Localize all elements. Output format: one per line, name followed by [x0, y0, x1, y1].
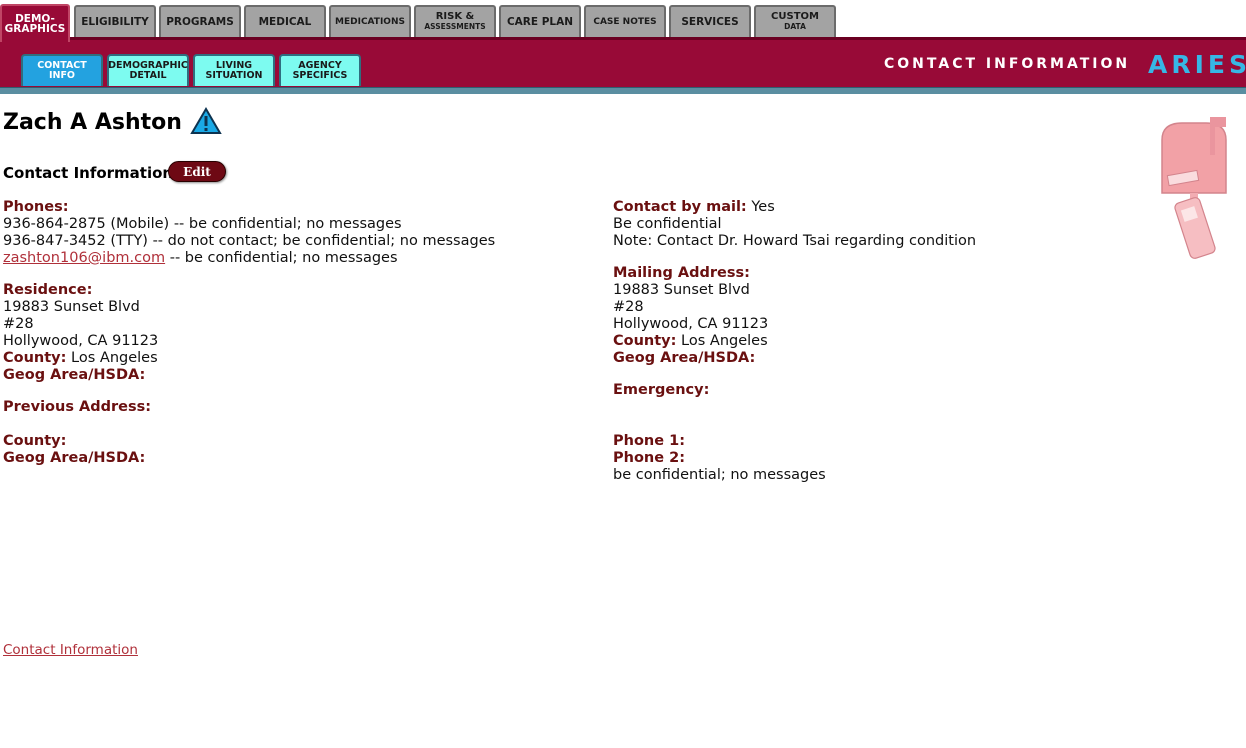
previous-county-label: County: [3, 433, 67, 449]
mailbox-phone-icon [1161, 117, 1227, 259]
email-row: zashton106@ibm.com -- be confidential; n… [3, 250, 398, 267]
mailing-county: County: Los Angeles [613, 333, 768, 350]
contact-info-heading: Contact Information [3, 164, 174, 182]
tab-custom-data[interactable]: CUSTOM DATA [754, 5, 836, 37]
tab-custom-label-2: DATA [784, 22, 806, 31]
tab-care-plan[interactable]: CARE PLAN [499, 5, 581, 37]
mailing-address-label: Mailing Address: [613, 265, 750, 281]
previous-address-label: Previous Address: [3, 399, 152, 415]
section-title: CONTACT INFORMATION [884, 56, 1131, 72]
tab-eligibility[interactable]: ELIGIBILITY [74, 5, 156, 37]
emergency-label: Emergency: [613, 382, 710, 398]
emergency-phone-2-label: Phone 2: [613, 450, 686, 466]
residence-county: County: Los Angeles [3, 350, 158, 367]
aries-logo: ARIES [1148, 50, 1246, 79]
mail-note-2: Note: Contact Dr. Howard Tsai regarding … [613, 233, 977, 249]
subtab-agency-specifics[interactable]: AGENCY SPECIFICS [279, 54, 361, 86]
tab-risk-label-1: RISK & [435, 11, 475, 22]
subtab-demographic-detail[interactable]: DEMOGRAPHIC DETAIL [107, 54, 189, 86]
mailing-line-2: #28 [613, 299, 644, 315]
tab-services[interactable]: SERVICES [669, 5, 751, 37]
emergency-phone-2-note: be confidential; no messages [613, 467, 826, 483]
tab-programs[interactable]: PROGRAMS [159, 5, 241, 37]
emergency-phone-1-label: Phone 1: [613, 433, 686, 449]
mailing-line-3: Hollywood, CA 91123 [613, 316, 769, 332]
mail-note-1: Be confidential [613, 216, 722, 232]
county-label: County: [3, 350, 67, 366]
contact-by-mail-label: Contact by mail: [613, 199, 747, 215]
county-value: Los Angeles [66, 350, 158, 366]
tab-medical[interactable]: MEDICAL [244, 5, 326, 37]
tab-risk-assessments[interactable]: RISK & ASSESSMENTS [414, 5, 496, 37]
mailing-line-1: 19883 Sunset Blvd [613, 282, 750, 298]
email-link[interactable]: zashton106@ibm.com [3, 250, 165, 266]
contact-by-mail: Contact by mail: Yes [613, 199, 775, 216]
mailing-county-value: Los Angeles [676, 333, 768, 349]
header-divider [0, 87, 1246, 94]
tab-case-notes[interactable]: CASE NOTES [584, 5, 666, 37]
tab-custom-label-1: CUSTOM [771, 11, 819, 22]
mailing-county-label: County: [613, 333, 677, 349]
footer-contact-info-link[interactable]: Contact Information [3, 642, 138, 659]
warning-triangle-icon[interactable] [190, 107, 222, 135]
tab-risk-label-2: ASSESSMENTS [424, 22, 486, 31]
residence-line-2: #28 [3, 316, 34, 332]
subtab-contact-info[interactable]: CONTACT INFO [21, 54, 103, 86]
previous-geog-label: Geog Area/HSDA: [3, 450, 146, 466]
mailing-geog-label: Geog Area/HSDA: [613, 350, 756, 366]
subtab-living-situation[interactable]: LIVING SITUATION [193, 54, 275, 86]
residence-label: Residence: [3, 282, 93, 298]
phone-mobile: 936-864-2875 (Mobile) -- be confidential… [3, 216, 402, 232]
residence-line-3: Hollywood, CA 91123 [3, 333, 159, 349]
tab-medications[interactable]: MEDICATIONS [329, 5, 411, 37]
edit-button[interactable]: Edit [168, 161, 226, 182]
contact-by-mail-value: Yes [746, 199, 775, 215]
phone-tty: 936-847-3452 (TTY) -- do not contact; be… [3, 233, 496, 249]
phones-label: Phones: [3, 199, 69, 215]
top-nav: DEMO- GRAPHICS ELIGIBILITY PROGRAMS MEDI… [0, 0, 1246, 42]
residence-line-1: 19883 Sunset Blvd [3, 299, 140, 315]
client-name: Zach A Ashton [3, 110, 182, 135]
tab-demographics[interactable]: DEMO- GRAPHICS [0, 4, 70, 42]
residence-geog-label: Geog Area/HSDA: [3, 367, 146, 383]
email-note: -- be confidential; no messages [165, 250, 398, 266]
